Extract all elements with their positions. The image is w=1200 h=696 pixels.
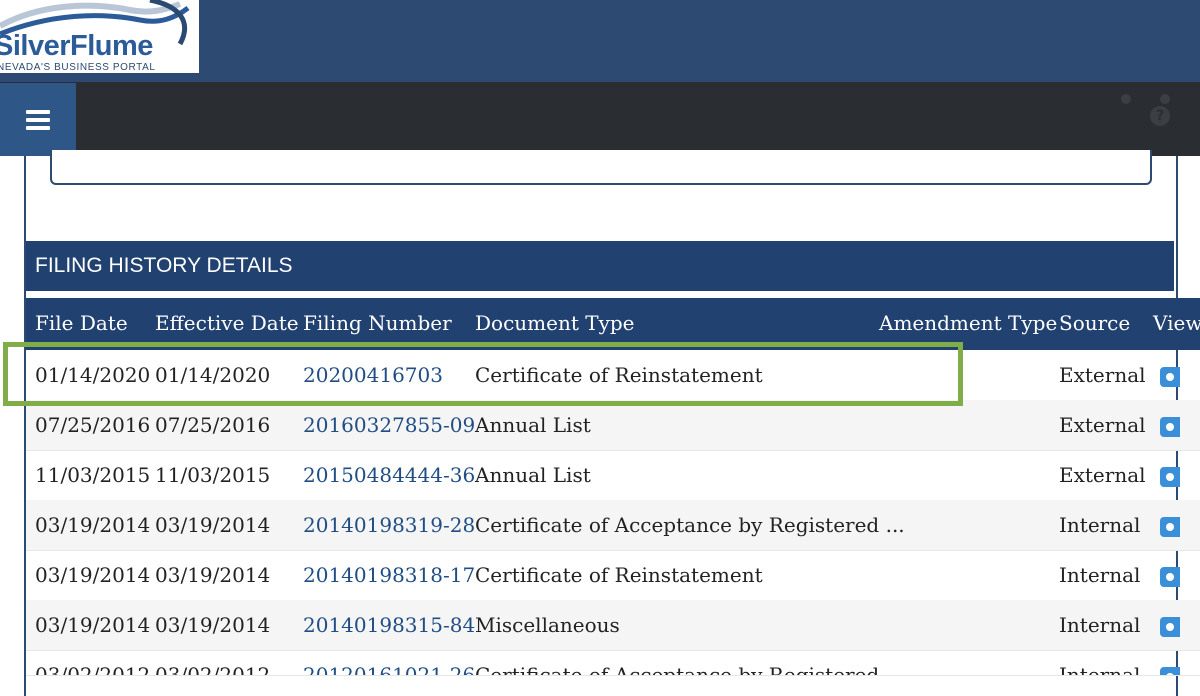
filing-number-link[interactable]: 20140198315-84	[303, 613, 475, 637]
effective-date-cell: 03/02/2012	[155, 663, 271, 676]
file-date-cell: 01/14/2020	[35, 363, 151, 387]
source-cell: External	[1059, 413, 1146, 437]
file-date-cell: 11/03/2015	[35, 463, 151, 487]
table-row: 01/14/2020 01/14/2020 20200416703 Certif…	[26, 350, 1200, 401]
document-type-cell: Annual List	[475, 463, 591, 487]
file-date-cell: 03/19/2014	[35, 613, 151, 637]
section-header: FILING HISTORY DETAILS	[26, 241, 1174, 291]
file-date-cell: 03/19/2014	[35, 513, 151, 537]
column-header-document-type[interactable]: Document Type	[475, 311, 635, 335]
source-cell: External	[1059, 463, 1146, 487]
document-type-cell: Certificate of Reinstatement	[475, 363, 763, 387]
camera-view-icon[interactable]	[1160, 617, 1180, 637]
camera-view-icon[interactable]	[1160, 467, 1180, 487]
file-date-cell: 03/19/2014	[35, 563, 151, 587]
table-row: 03/19/2014 03/19/2014 20140198319-28 Cer…	[26, 500, 1200, 551]
hamburger-menu-icon-bar	[26, 117, 50, 122]
logo-wordmark: SilverFlume	[0, 30, 153, 62]
filing-number-link[interactable]: 20150484444-36	[303, 463, 475, 487]
nav-dot-icon	[1121, 94, 1131, 104]
filing-number-link[interactable]: 20160327855-09	[303, 413, 475, 437]
effective-date-cell: 03/19/2014	[155, 513, 271, 537]
source-cell: Internal	[1059, 663, 1141, 676]
column-header-view[interactable]: View	[1153, 311, 1200, 335]
camera-view-icon[interactable]	[1160, 417, 1180, 437]
column-header-amendment-type[interactable]: Amendment Type	[879, 311, 1057, 335]
source-cell: Internal	[1059, 613, 1141, 637]
document-type-cell: Annual List	[475, 413, 591, 437]
effective-date-cell: 07/25/2016	[155, 413, 271, 437]
column-header-effective-date[interactable]: Effective Date	[155, 311, 299, 335]
column-header-filing-number[interactable]: Filing Number	[303, 311, 452, 335]
effective-date-cell: 11/03/2015	[155, 463, 271, 487]
hamburger-menu-button[interactable]	[0, 83, 76, 156]
document-type-cell: Certificate of Reinstatement	[475, 563, 763, 587]
filing-number-link[interactable]: 20120161021-26	[303, 663, 475, 675]
help-icon[interactable]: ?	[1150, 106, 1170, 126]
filing-number-link[interactable]: 20140198318-17	[303, 563, 475, 587]
table-row: 07/25/2016 07/25/2016 20160327855-09 Ann…	[26, 400, 1200, 451]
effective-date-cell: 03/19/2014	[155, 563, 271, 587]
file-date-cell: 07/25/2016	[35, 413, 151, 437]
nav-dot-icon	[1160, 94, 1170, 104]
hamburger-menu-icon-bar	[26, 125, 50, 130]
filing-number-link[interactable]: 20140198319-28	[303, 513, 475, 537]
hamburger-menu-icon	[26, 109, 50, 114]
table-row: 11/03/2015 11/03/2015 20150484444-36 Ann…	[26, 450, 1200, 501]
source-cell: External	[1059, 363, 1146, 387]
logo-tagline: NEVADA'S BUSINESS PORTAL	[0, 62, 156, 73]
file-date-cell: 03/02/2012	[35, 663, 151, 676]
camera-view-icon[interactable]	[1160, 567, 1180, 587]
camera-view-icon[interactable]	[1160, 367, 1180, 387]
table-row: 03/02/2012 03/02/2012 20120161021-26 Cer…	[26, 650, 1200, 676]
silverflume-logo[interactable]: SilverFlume NEVADA'S BUSINESS PORTAL	[0, 0, 199, 73]
source-cell: Internal	[1059, 563, 1141, 587]
document-type-cell: Certificate of Acceptance by Registered …	[475, 513, 905, 537]
entity-info-panel	[50, 150, 1152, 185]
table-header-row: File Date Effective Date Filing Number D…	[26, 298, 1200, 350]
source-cell: Internal	[1059, 513, 1141, 537]
document-type-cell: Miscellaneous	[475, 613, 620, 637]
navigation-bar	[0, 82, 1200, 156]
column-header-source[interactable]: Source	[1059, 311, 1130, 335]
filing-number-link[interactable]: 20200416703	[303, 363, 443, 387]
table-row: 03/19/2014 03/19/2014 20140198318-17 Cer…	[26, 550, 1200, 601]
table-row: 03/19/2014 03/19/2014 20140198315-84 Mis…	[26, 600, 1200, 651]
camera-view-icon[interactable]	[1160, 517, 1180, 537]
column-header-file-date[interactable]: File Date	[35, 311, 128, 335]
document-type-cell: Certificate of Acceptance by Registered …	[475, 663, 905, 676]
effective-date-cell: 01/14/2020	[155, 363, 271, 387]
effective-date-cell: 03/19/2014	[155, 613, 271, 637]
